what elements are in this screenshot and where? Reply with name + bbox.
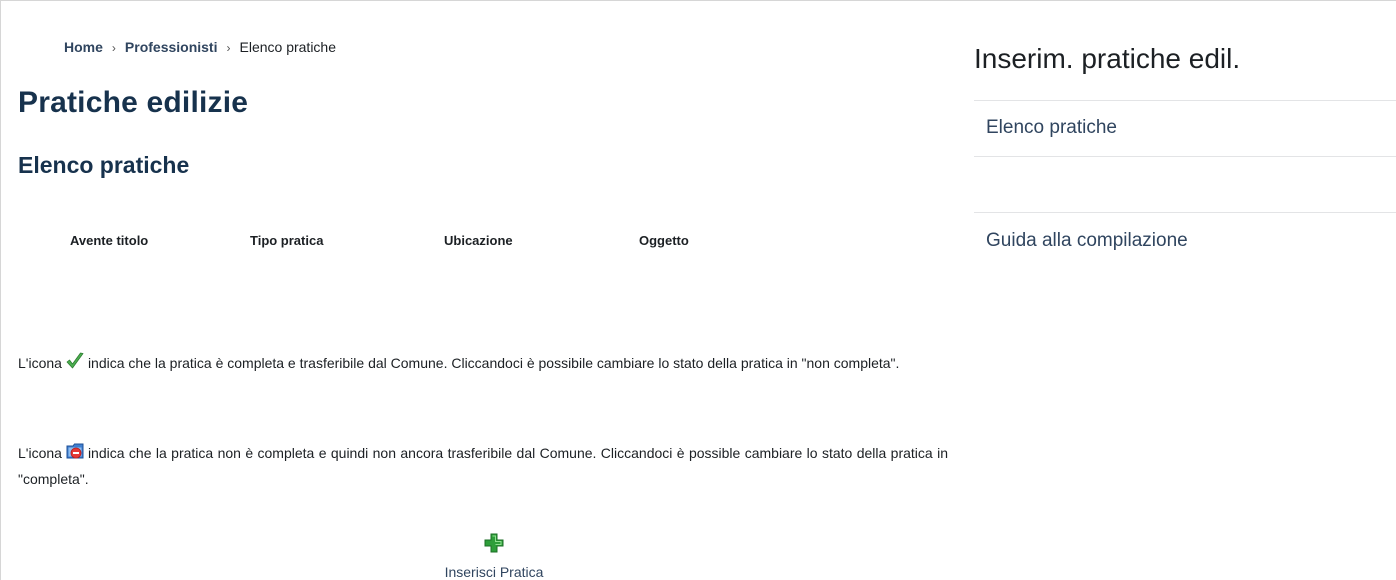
breadcrumb-home-link[interactable]: Home <box>64 39 103 55</box>
legend-complete: L'icona indica che la pratica è completa … <box>18 351 948 378</box>
breadcrumb: Home › Professionisti › Elenco pratiche <box>64 39 336 55</box>
breadcrumb-professionisti-link[interactable]: Professionisti <box>125 39 218 55</box>
breadcrumb-separator: › <box>111 41 116 55</box>
breadcrumb-separator: › <box>226 41 231 55</box>
sidebar: Inserim. pratiche edil. Elenco pratiche … <box>974 0 1396 580</box>
legend-complete-prefix: L'icona <box>18 355 62 371</box>
legend-incomplete-text: indica che la pratica non è completa e q… <box>18 445 948 487</box>
column-header-ubicazione: Ubicazione <box>444 233 513 248</box>
sidebar-link-guida-compilazione[interactable]: Guida alla compilazione <box>986 230 1188 252</box>
section-title: Elenco pratiche <box>18 152 190 178</box>
add-practice-button[interactable]: Inserisci Pratica <box>424 533 564 580</box>
sidebar-divider <box>974 212 1396 213</box>
legend-incomplete: L'icona indica che la pratica non è compl… <box>18 441 948 491</box>
page-title: Pratiche edilizie <box>18 86 249 119</box>
plus-icon[interactable] <box>424 533 564 558</box>
sidebar-link-elenco-pratiche[interactable]: Elenco pratiche <box>986 117 1117 139</box>
breadcrumb-current: Elenco pratiche <box>239 39 337 55</box>
window-left-border <box>0 0 1 580</box>
add-practice-label[interactable]: Inserisci Pratica <box>424 564 564 580</box>
sidebar-divider <box>974 100 1396 101</box>
column-header-tipo-pratica: Tipo pratica <box>250 233 324 248</box>
sidebar-divider <box>974 156 1396 157</box>
sidebar-title: Inserim. pratiche edil. <box>974 43 1241 74</box>
incomplete-folder-icon <box>65 441 85 468</box>
legend-complete-text: indica che la pratica è completa e trasf… <box>87 355 900 371</box>
column-header-avente-titolo: Avente titolo <box>70 233 149 248</box>
main-content: Home › Professionisti › Elenco pratiche Prat… <box>18 0 948 580</box>
legend-incomplete-prefix: L'icona <box>18 445 62 461</box>
column-header-oggetto: Oggetto <box>639 233 689 248</box>
check-icon <box>65 351 85 378</box>
